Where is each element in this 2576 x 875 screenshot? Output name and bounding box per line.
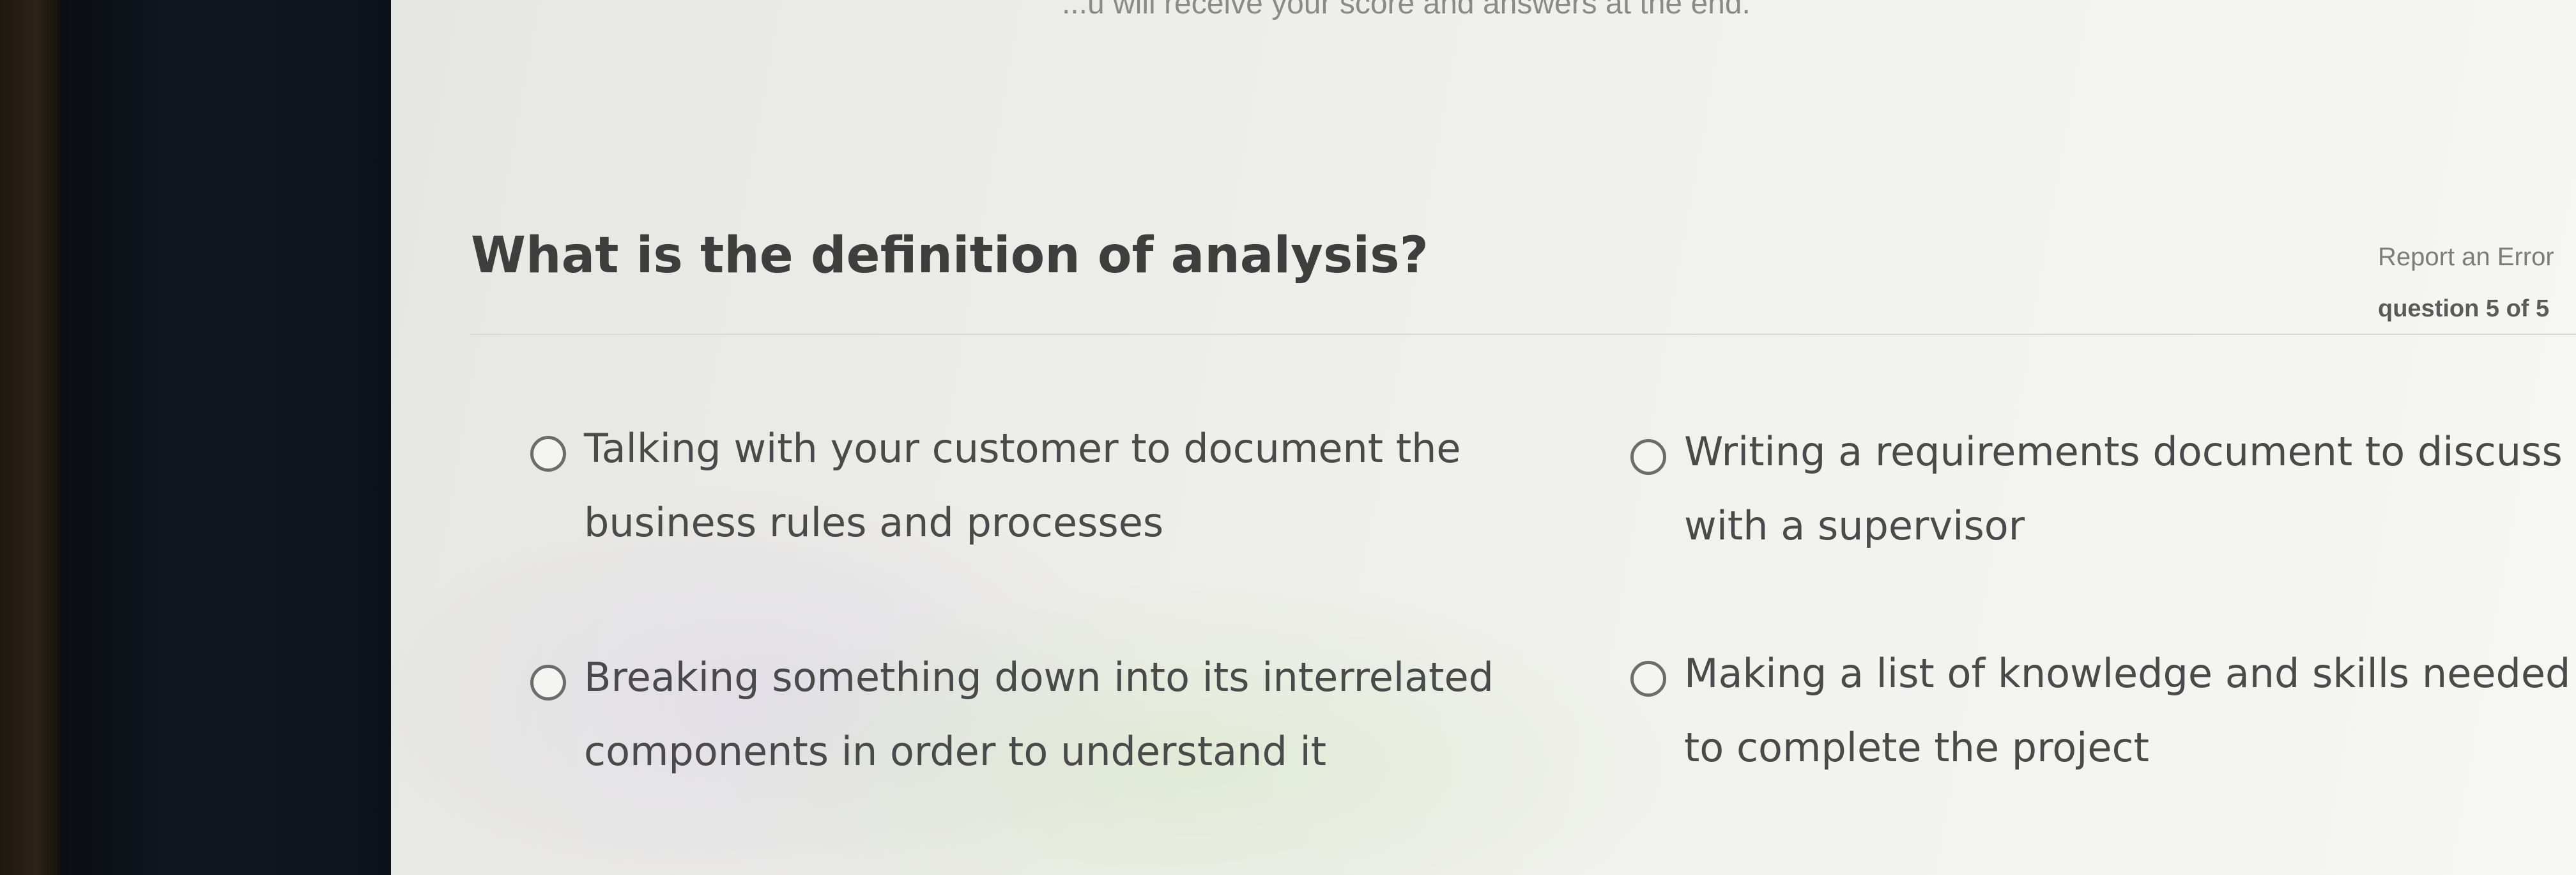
quiz-intro-text: ...u will receive your score and answers… — [1062, 0, 1751, 20]
title-divider — [471, 334, 2576, 335]
answer-option-4[interactable]: Making a list of knowledge and skills ne… — [1630, 650, 2576, 785]
desk-background — [0, 0, 61, 875]
monitor-bezel — [61, 0, 393, 875]
radio-unselected-icon[interactable] — [530, 665, 566, 701]
report-error-link[interactable]: Report an Error — [2378, 243, 2554, 272]
answer-option-label[interactable]: Breaking something down into its interre… — [584, 640, 1501, 789]
photo-frame: ...u will receive your score and answers… — [0, 0, 2576, 875]
answer-option-3[interactable]: Breaking something down into its interre… — [530, 654, 1501, 789]
question-counter: question 5 of 5 — [2378, 295, 2550, 322]
answer-option-2[interactable]: Writing a requirements document to discu… — [1630, 428, 2576, 563]
radio-unselected-icon[interactable] — [1630, 661, 1666, 697]
question-title: What is the definition of analysis? — [471, 227, 1429, 284]
answer-option-label[interactable]: Talking with your customer to document t… — [584, 412, 1501, 560]
answer-option-1[interactable]: Talking with your customer to document t… — [530, 425, 1501, 560]
answer-option-label[interactable]: Making a list of knowledge and skills ne… — [1684, 637, 2576, 785]
answer-option-label[interactable]: Writing a requirements document to discu… — [1684, 415, 2576, 563]
radio-unselected-icon[interactable] — [1630, 439, 1666, 475]
radio-unselected-icon[interactable] — [530, 436, 566, 472]
quiz-page: ...u will receive your score and answers… — [391, 0, 2576, 875]
